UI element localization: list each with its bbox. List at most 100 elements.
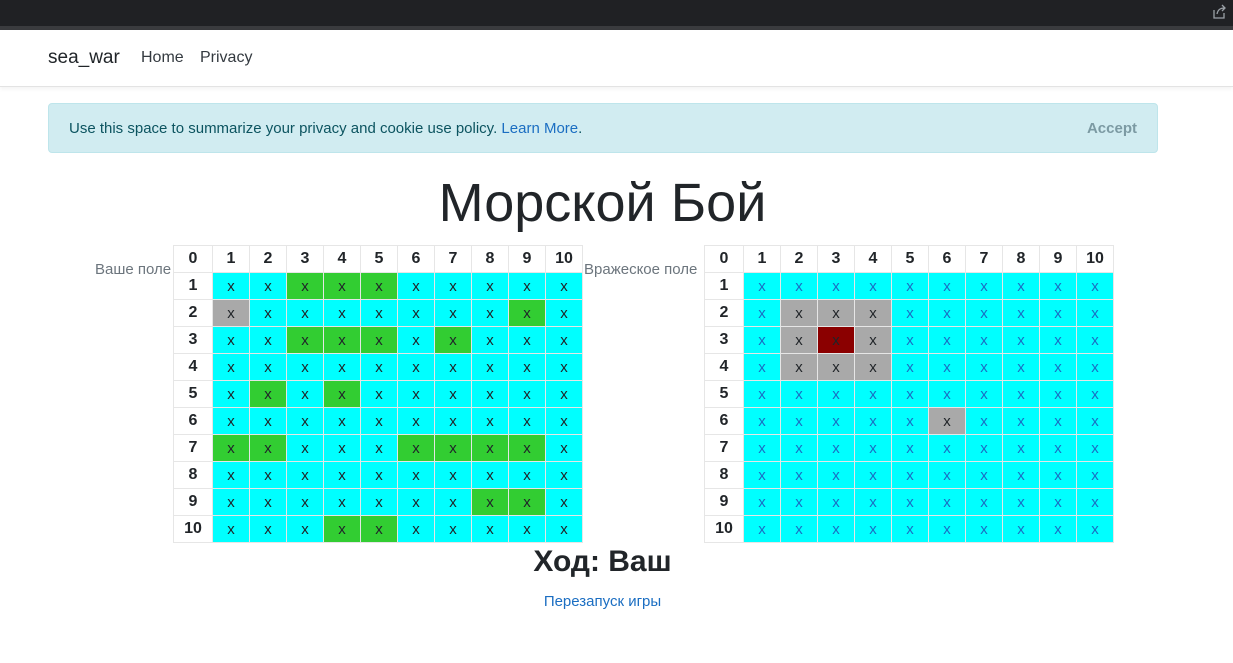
- board-cell[interactable]: x: [854, 353, 892, 381]
- board-cell[interactable]: x: [1002, 299, 1040, 327]
- board-cell[interactable]: x: [854, 272, 892, 300]
- board-cell[interactable]: x: [1002, 326, 1040, 354]
- board-cell[interactable]: x: [1076, 434, 1114, 462]
- board-cell[interactable]: x: [743, 326, 781, 354]
- share-icon[interactable]: [1211, 4, 1227, 20]
- board-cell[interactable]: x: [965, 326, 1003, 354]
- board-cell[interactable]: x: [1076, 515, 1114, 543]
- board-cell[interactable]: x: [854, 326, 892, 354]
- board-cell[interactable]: x: [965, 461, 1003, 489]
- board-cell[interactable]: x: [743, 515, 781, 543]
- board-cell[interactable]: x: [817, 434, 855, 462]
- board-cell[interactable]: x: [965, 272, 1003, 300]
- board-cell[interactable]: x: [1039, 461, 1077, 489]
- board-cell[interactable]: x: [891, 488, 929, 516]
- board-cell[interactable]: x: [928, 299, 966, 327]
- learn-more-link[interactable]: Learn More: [501, 120, 578, 137]
- board-cell[interactable]: x: [817, 380, 855, 408]
- board-cell[interactable]: x: [817, 515, 855, 543]
- board-cell[interactable]: x: [817, 299, 855, 327]
- board-cell[interactable]: x: [1002, 515, 1040, 543]
- board-cell[interactable]: x: [928, 272, 966, 300]
- board-cell[interactable]: x: [1039, 434, 1077, 462]
- board-cell[interactable]: x: [1076, 380, 1114, 408]
- board-cell[interactable]: x: [1002, 434, 1040, 462]
- board-cell[interactable]: x: [817, 461, 855, 489]
- board-cell[interactable]: x: [743, 407, 781, 435]
- board-cell[interactable]: x: [965, 515, 1003, 543]
- board-cell[interactable]: x: [743, 488, 781, 516]
- board-cell[interactable]: x: [1039, 380, 1077, 408]
- board-cell[interactable]: x: [965, 407, 1003, 435]
- board-cell[interactable]: x: [1076, 488, 1114, 516]
- board-cell[interactable]: x: [928, 515, 966, 543]
- board-cell[interactable]: x: [928, 407, 966, 435]
- board-cell[interactable]: x: [854, 407, 892, 435]
- board-cell[interactable]: x: [1039, 299, 1077, 327]
- board-cell[interactable]: x: [965, 299, 1003, 327]
- board-cell[interactable]: x: [743, 380, 781, 408]
- board-cell[interactable]: x: [1076, 407, 1114, 435]
- nav-privacy-link[interactable]: Privacy: [200, 49, 252, 67]
- board-cell[interactable]: x: [817, 326, 855, 354]
- board-cell[interactable]: x: [891, 380, 929, 408]
- board-cell[interactable]: x: [854, 380, 892, 408]
- board-cell[interactable]: x: [891, 272, 929, 300]
- board-cell[interactable]: x: [965, 353, 1003, 381]
- board-cell[interactable]: x: [854, 299, 892, 327]
- board-cell[interactable]: x: [1076, 461, 1114, 489]
- board-cell[interactable]: x: [854, 461, 892, 489]
- board-cell[interactable]: x: [743, 299, 781, 327]
- board-cell[interactable]: x: [1039, 272, 1077, 300]
- board-cell[interactable]: x: [965, 488, 1003, 516]
- board-cell[interactable]: x: [928, 434, 966, 462]
- board-cell[interactable]: x: [1039, 488, 1077, 516]
- board-cell[interactable]: x: [1002, 380, 1040, 408]
- board-cell[interactable]: x: [891, 434, 929, 462]
- board-cell[interactable]: x: [1039, 407, 1077, 435]
- board-cell[interactable]: x: [854, 434, 892, 462]
- board-cell[interactable]: x: [1002, 488, 1040, 516]
- board-cell[interactable]: x: [780, 353, 818, 381]
- board-cell[interactable]: x: [780, 299, 818, 327]
- board-cell[interactable]: x: [780, 515, 818, 543]
- board-cell[interactable]: x: [780, 326, 818, 354]
- brand-link[interactable]: sea_war: [48, 47, 120, 69]
- board-cell[interactable]: x: [780, 461, 818, 489]
- board-cell[interactable]: x: [1039, 353, 1077, 381]
- board-cell[interactable]: x: [743, 353, 781, 381]
- board-cell[interactable]: x: [780, 434, 818, 462]
- board-cell[interactable]: x: [1039, 326, 1077, 354]
- board-cell[interactable]: x: [891, 515, 929, 543]
- board-cell[interactable]: x: [780, 407, 818, 435]
- board-cell[interactable]: x: [817, 353, 855, 381]
- board-cell[interactable]: x: [891, 353, 929, 381]
- board-cell[interactable]: x: [1002, 272, 1040, 300]
- board-cell[interactable]: x: [817, 272, 855, 300]
- board-cell[interactable]: x: [1039, 515, 1077, 543]
- board-cell[interactable]: x: [891, 407, 929, 435]
- board-cell[interactable]: x: [891, 326, 929, 354]
- board-cell[interactable]: x: [965, 434, 1003, 462]
- board-cell[interactable]: x: [928, 326, 966, 354]
- accept-button[interactable]: Accept: [1087, 120, 1137, 137]
- restart-game-link[interactable]: Перезапуск игры: [0, 593, 1205, 610]
- board-cell[interactable]: x: [1002, 407, 1040, 435]
- board-cell[interactable]: x: [1002, 353, 1040, 381]
- board-cell[interactable]: x: [743, 461, 781, 489]
- board-cell[interactable]: x: [891, 461, 929, 489]
- board-cell[interactable]: x: [780, 272, 818, 300]
- board-cell[interactable]: x: [1076, 353, 1114, 381]
- board-cell[interactable]: x: [1002, 461, 1040, 489]
- board-cell[interactable]: x: [891, 299, 929, 327]
- board-cell[interactable]: x: [1076, 326, 1114, 354]
- board-cell[interactable]: x: [928, 461, 966, 489]
- board-cell[interactable]: x: [928, 353, 966, 381]
- board-cell[interactable]: x: [1076, 272, 1114, 300]
- board-cell[interactable]: x: [817, 407, 855, 435]
- board-cell[interactable]: x: [854, 515, 892, 543]
- board-cell[interactable]: x: [928, 380, 966, 408]
- board-cell[interactable]: x: [817, 488, 855, 516]
- board-cell[interactable]: x: [854, 488, 892, 516]
- board-cell[interactable]: x: [928, 488, 966, 516]
